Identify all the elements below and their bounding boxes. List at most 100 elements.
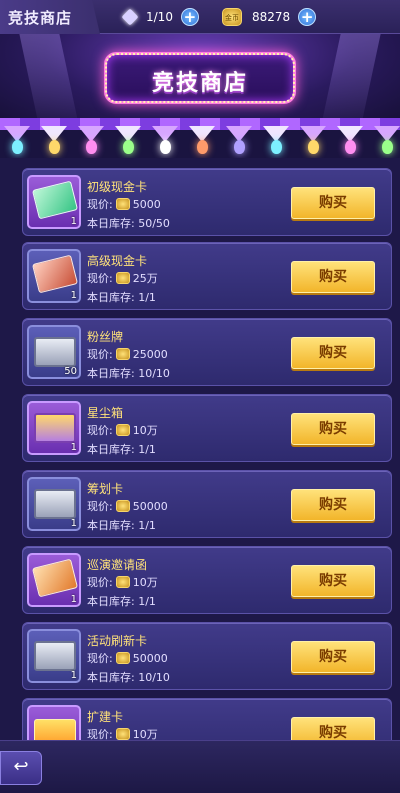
card-orange-icon — [31, 558, 79, 598]
coin-icon — [115, 728, 130, 740]
item-price: 现价: 5000 — [87, 196, 161, 212]
shop-item-row: 1 巡演邀请函 现价: 10万 本日库存: 1/1 购买 — [22, 546, 392, 614]
gem-count: 1/10 — [146, 10, 173, 24]
item-quantity: 1 — [70, 594, 77, 605]
price-value: 5000 — [132, 197, 161, 211]
coin-icon: 金币 — [222, 8, 242, 26]
spotlight-beam — [319, 34, 381, 126]
stock-label: 本日库存: — [87, 671, 135, 684]
light-bulb — [271, 140, 282, 154]
item-name: 初级现金卡 — [87, 180, 148, 194]
stock-value: 1/1 — [138, 519, 156, 532]
price-value: 25万 — [132, 272, 158, 285]
item-icon-slot[interactable]: 1 — [27, 401, 81, 455]
chest-icon — [34, 489, 76, 519]
bottom-bar: ↩ — [0, 740, 400, 793]
item-icon-slot[interactable]: 50 — [27, 325, 81, 379]
item-quantity: 50 — [64, 366, 77, 377]
item-name: 扩建卡 — [87, 710, 124, 724]
item-icon-slot[interactable]: 1 — [27, 175, 81, 229]
gem-icon — [121, 8, 139, 26]
price-value: 10万 — [132, 728, 158, 740]
coin-icon — [115, 576, 130, 588]
item-name: 星尘箱 — [87, 406, 124, 420]
item-price: 现价: 10万 — [87, 574, 158, 590]
price-value: 10万 — [132, 424, 158, 437]
coin-counter: 金币 88278 + — [222, 7, 317, 27]
item-quantity: 1 — [70, 518, 77, 529]
item-stock: 本日库存: 1/1 — [87, 289, 156, 305]
chest-icon — [34, 641, 76, 671]
shop-item-row: 1 活动刷新卡 现价: 50000 本日库存: 10/10 购买 — [22, 622, 392, 690]
item-price: 现价: 25万 — [87, 270, 158, 286]
price-label: 现价: — [87, 424, 113, 437]
item-name: 巡演邀请函 — [87, 558, 148, 572]
shop-item-list[interactable]: 1 初级现金卡 现价: 5000 本日库存: 50/50 购买 1 高级现金卡 … — [0, 158, 400, 740]
item-stock: 本日库存: 10/10 — [87, 365, 170, 381]
spotlight-beam — [19, 34, 81, 126]
item-icon-slot[interactable]: 1 — [27, 553, 81, 607]
back-arrow-icon: ↩ — [13, 756, 29, 777]
item-icon-slot[interactable] — [27, 705, 81, 740]
card-green-icon — [31, 180, 79, 220]
light-bulb — [382, 140, 393, 154]
buy-button[interactable]: 购买 — [291, 187, 375, 219]
light-bulb — [12, 140, 23, 154]
item-stock: 本日库存: 1/1 — [87, 517, 156, 533]
price-label: 现价: — [87, 500, 113, 513]
shop-item-row: 扩建卡 现价: 10万 购买 — [22, 698, 392, 740]
item-name: 筹划卡 — [87, 482, 124, 496]
coin-icon — [115, 198, 130, 210]
light-bulb — [234, 140, 245, 154]
chest-purple-icon — [34, 413, 76, 443]
item-name: 粉丝牌 — [87, 330, 124, 344]
price-label: 现价: — [87, 576, 113, 589]
stock-label: 本日库存: — [87, 595, 135, 608]
item-stock: 本日库存: 1/1 — [87, 441, 156, 457]
shop-item-row: 50 粉丝牌 现价: 25000 本日库存: 10/10 购买 — [22, 318, 392, 386]
item-icon-slot[interactable]: 1 — [27, 629, 81, 683]
shop-item-row: 1 初级现金卡 现价: 5000 本日库存: 50/50 购买 — [22, 168, 392, 236]
buy-button[interactable]: 购买 — [291, 489, 375, 521]
price-label: 现价: — [87, 728, 113, 740]
shop-item-row: 1 高级现金卡 现价: 25万 本日库存: 1/1 购买 — [22, 242, 392, 310]
stock-label: 本日库存: — [87, 367, 135, 380]
item-stock: 本日库存: 1/1 — [87, 593, 156, 609]
buy-button[interactable]: 购买 — [291, 337, 375, 369]
coin-icon — [115, 652, 130, 664]
stock-value: 10/10 — [138, 671, 170, 684]
shop-sign: 竞技商店 — [104, 52, 296, 104]
sign-title: 竞技商店 — [151, 71, 248, 96]
item-name: 活动刷新卡 — [87, 634, 148, 648]
stock-label: 本日库存: — [87, 291, 135, 304]
price-value: 50000 — [132, 499, 168, 513]
card-red-icon — [31, 254, 79, 294]
buy-button[interactable]: 购买 — [291, 641, 375, 673]
price-label: 现价: — [87, 652, 113, 665]
light-bulb — [123, 140, 134, 154]
price-value: 50000 — [132, 651, 168, 665]
item-icon-slot[interactable]: 1 — [27, 477, 81, 531]
item-quantity: 1 — [70, 290, 77, 301]
coin-count: 88278 — [252, 10, 291, 24]
add-gems-button[interactable]: + — [180, 8, 199, 26]
back-button[interactable]: ↩ — [0, 751, 42, 785]
add-coins-button[interactable]: + — [298, 8, 317, 26]
coin-icon — [115, 348, 130, 360]
light-bulb — [49, 140, 60, 154]
price-label: 现价: — [87, 272, 113, 285]
stock-value: 10/10 — [138, 367, 170, 380]
gem-counter: 1/10 + — [121, 7, 199, 27]
expand-icon — [34, 719, 76, 740]
buy-button[interactable]: 购买 — [291, 717, 375, 740]
item-price: 现价: 50000 — [87, 650, 168, 666]
item-icon-slot[interactable]: 1 — [27, 249, 81, 303]
buy-button[interactable]: 购买 — [291, 413, 375, 445]
price-label: 现价: — [87, 348, 113, 361]
coin-icon — [115, 424, 130, 436]
buy-button[interactable]: 购买 — [291, 565, 375, 597]
stage-header: 竞技商店 — [0, 34, 400, 126]
item-quantity: 1 — [70, 216, 77, 227]
price-value: 10万 — [132, 576, 158, 589]
buy-button[interactable]: 购买 — [291, 261, 375, 293]
